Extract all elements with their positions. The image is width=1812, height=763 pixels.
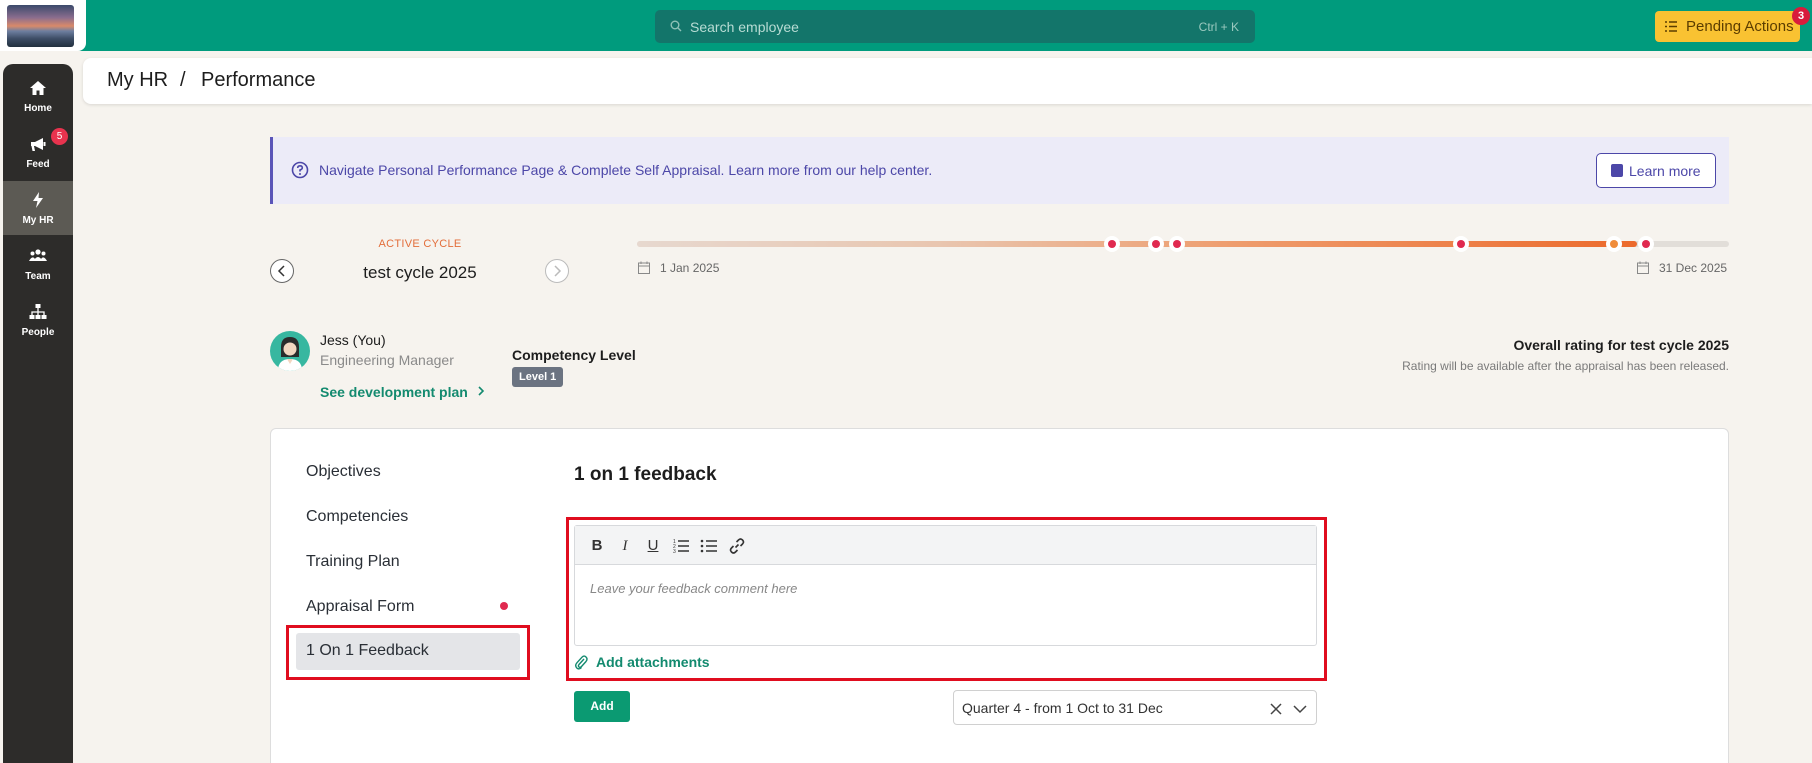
search-shortcut: Ctrl + K xyxy=(1198,20,1239,34)
breadcrumb: My HR / Performance xyxy=(83,58,1812,104)
org-chart-icon xyxy=(29,304,47,319)
sidebar-item-label: Team xyxy=(25,271,51,282)
feedback-editor[interactable]: B I U 123 Leave your feedback comment he… xyxy=(574,525,1317,646)
breadcrumb-performance: Performance xyxy=(201,69,316,91)
sidebar: Home Feed 5 My HR Team People xyxy=(3,64,73,763)
cycle-start-date: 1 Jan 2025 xyxy=(660,261,720,275)
checklist-icon xyxy=(1665,21,1677,32)
link-icon[interactable] xyxy=(727,536,747,556)
paperclip-icon xyxy=(575,655,588,670)
avatar-image xyxy=(278,337,302,371)
quarter-selected-value: Quarter 4 - from 1 Oct to 31 Dec xyxy=(962,700,1163,716)
ordered-list-icon[interactable]: 123 xyxy=(671,536,691,556)
sidebar-item-label: My HR xyxy=(22,215,54,226)
avatar[interactable] xyxy=(270,331,310,371)
calendar-icon xyxy=(638,261,650,274)
banner-text: Navigate Personal Performance Page & Com… xyxy=(319,162,933,178)
sidebar-item-home[interactable]: Home xyxy=(3,69,73,123)
clear-icon[interactable] xyxy=(1269,702,1283,716)
overall-rating-note: Rating will be available after the appra… xyxy=(1402,359,1729,373)
chevron-left-icon xyxy=(277,265,285,277)
search-placeholder: Search employee xyxy=(690,19,799,35)
see-development-plan-link[interactable]: See development plan xyxy=(320,384,486,400)
tab-appraisal-form[interactable]: Appraisal Form xyxy=(306,598,414,616)
pending-actions-label: Pending Actions xyxy=(1686,18,1794,35)
cycle-name: test cycle 2025 xyxy=(363,263,477,282)
chevron-down-icon[interactable] xyxy=(1292,703,1308,715)
help-circle-icon xyxy=(291,161,309,179)
bullet-list-icon[interactable] xyxy=(699,536,719,556)
dev-plan-label: See development plan xyxy=(320,384,468,400)
company-logo[interactable] xyxy=(7,5,74,47)
overall-rating-title: Overall rating for test cycle 2025 xyxy=(1513,337,1729,353)
timeline-milestone[interactable] xyxy=(1638,236,1654,252)
book-icon xyxy=(1611,164,1623,177)
active-cycle-label: ACTIVE CYCLE xyxy=(378,238,462,250)
performance-card: Objectives Competencies Training Plan Ap… xyxy=(270,428,1729,763)
timeline-milestone[interactable] xyxy=(1169,236,1185,252)
svg-text:3: 3 xyxy=(673,549,676,555)
timeline-milestone[interactable] xyxy=(1104,236,1120,252)
chevron-right-icon xyxy=(554,265,562,277)
sidebar-item-feed[interactable]: Feed 5 xyxy=(3,125,73,179)
next-cycle-button[interactable] xyxy=(545,259,569,283)
sidebar-item-team[interactable]: Team xyxy=(3,237,73,291)
employee-name: Jess (You) xyxy=(320,332,386,348)
italic-button[interactable]: I xyxy=(615,536,635,556)
editor-toolbar: B I U 123 xyxy=(575,526,1316,565)
bolt-icon xyxy=(33,192,43,208)
sidebar-item-label: Feed xyxy=(26,159,50,170)
help-banner: Navigate Personal Performance Page & Com… xyxy=(270,137,1729,204)
search-icon xyxy=(670,20,682,32)
feedback-section-title: 1 on 1 feedback xyxy=(574,464,717,485)
quarter-select[interactable]: Quarter 4 - from 1 Oct to 31 Dec xyxy=(953,690,1317,725)
employee-role: Engineering Manager xyxy=(320,352,454,368)
sidebar-item-my-hr[interactable]: My HR xyxy=(3,181,73,235)
pending-actions-button[interactable]: Pending Actions 3 xyxy=(1655,7,1810,42)
tab-competencies[interactable]: Competencies xyxy=(306,508,408,526)
feedback-placeholder: Leave your feedback comment here xyxy=(590,581,798,596)
highlight-frame-tab xyxy=(286,625,530,680)
timeline-milestone[interactable] xyxy=(1148,236,1164,252)
appraisal-alert-dot xyxy=(500,602,508,610)
megaphone-icon xyxy=(31,138,46,151)
sidebar-item-label: People xyxy=(21,327,55,338)
add-attachments-label: Add attachments xyxy=(596,654,710,670)
tab-objectives[interactable]: Objectives xyxy=(306,463,381,481)
chevron-right-icon xyxy=(478,386,484,396)
learn-more-label: Learn more xyxy=(1629,163,1701,179)
bold-button[interactable]: B xyxy=(587,536,607,556)
add-feedback-button[interactable]: Add xyxy=(574,691,630,722)
previous-cycle-button[interactable] xyxy=(270,259,294,283)
feed-badge: 5 xyxy=(51,128,68,145)
competency-level-badge: Level 1 xyxy=(512,367,564,387)
top-bar: Search employee Ctrl + K Pending Actions… xyxy=(0,0,1812,51)
home-icon xyxy=(30,81,46,95)
breadcrumb-my-hr[interactable]: My HR xyxy=(107,69,168,92)
team-icon xyxy=(29,249,47,261)
underline-button[interactable]: U xyxy=(643,536,663,556)
timeline-milestone[interactable] xyxy=(1453,236,1469,252)
breadcrumb-separator: / xyxy=(180,69,186,91)
competency-level-label: Competency Level xyxy=(512,347,636,363)
cycle-end-date: 31 Dec 2025 xyxy=(1659,261,1728,275)
learn-more-button[interactable]: Learn more xyxy=(1596,153,1716,188)
search-employee-input[interactable]: Search employee Ctrl + K xyxy=(655,10,1255,43)
calendar-icon xyxy=(1637,261,1649,274)
timeline-progress xyxy=(637,241,1637,247)
pending-actions-badge: 3 xyxy=(1792,7,1810,25)
sidebar-item-label: Home xyxy=(24,103,52,114)
timeline-milestone-current[interactable] xyxy=(1606,236,1622,252)
logo-container[interactable] xyxy=(0,0,86,51)
sidebar-item-people[interactable]: People xyxy=(3,293,73,347)
cycle-timeline xyxy=(637,236,1729,252)
tab-training-plan[interactable]: Training Plan xyxy=(306,553,400,571)
